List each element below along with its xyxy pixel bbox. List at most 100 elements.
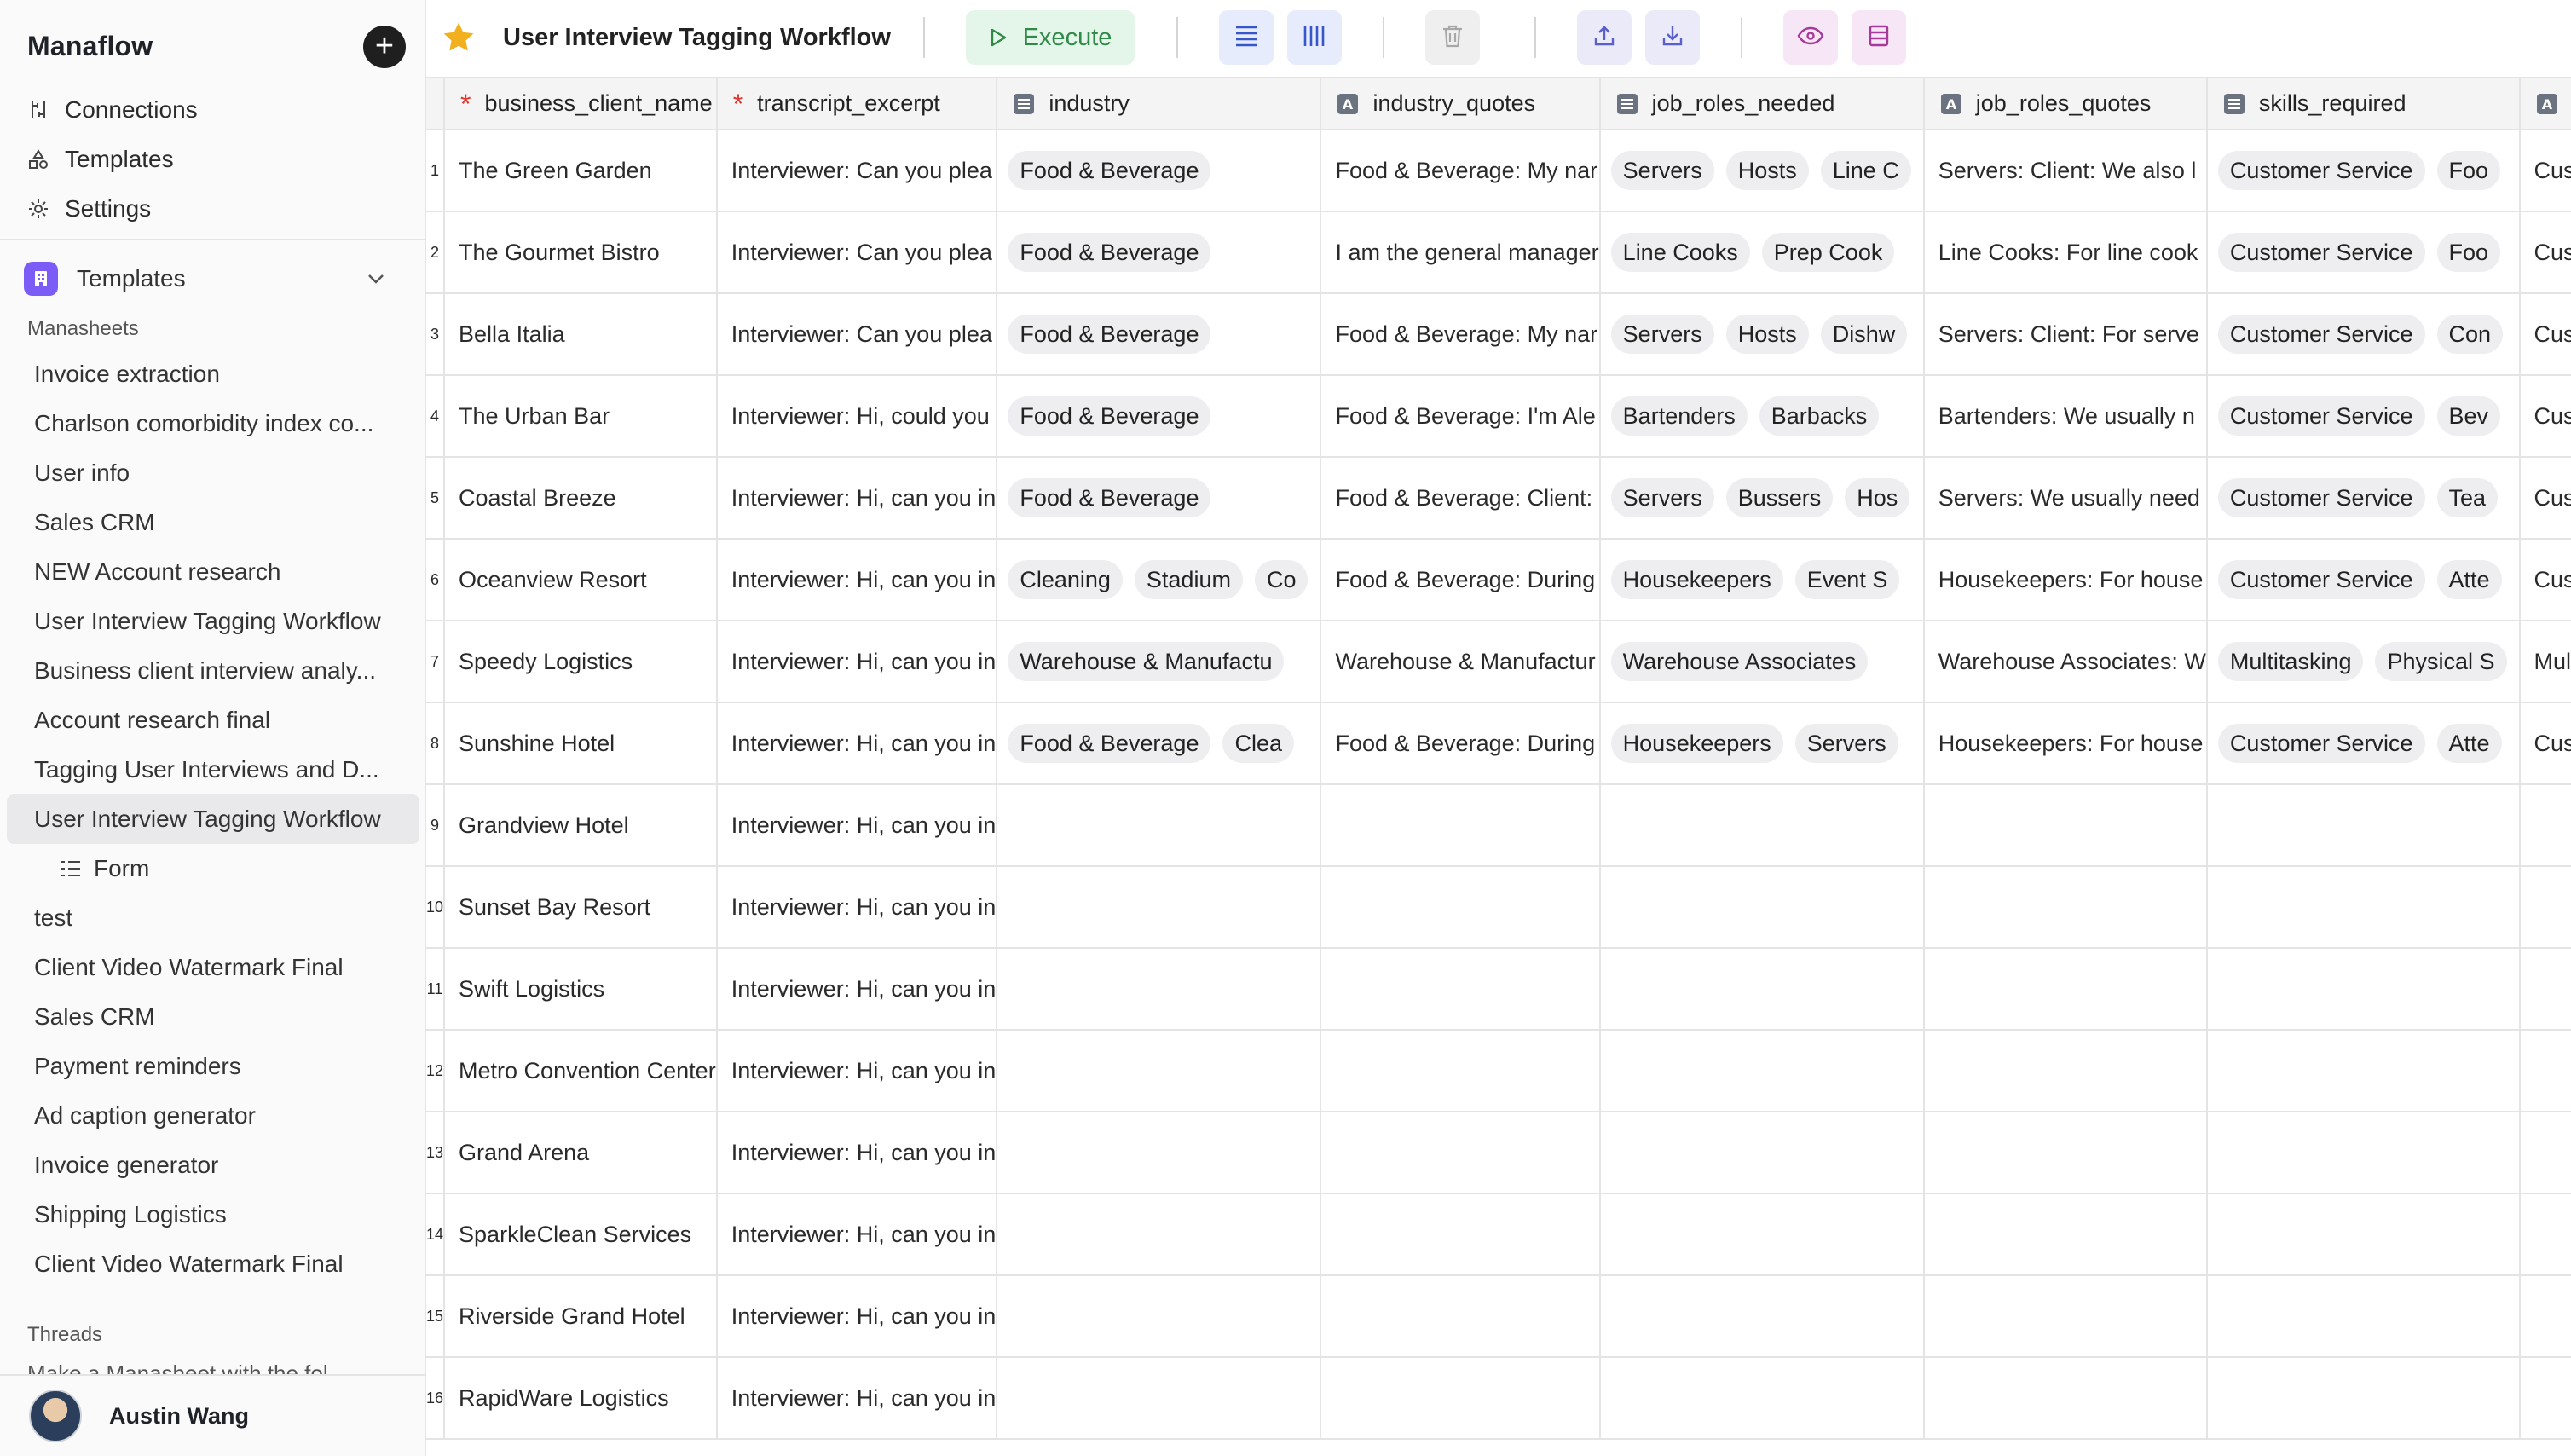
column-header-skills-quotes[interactable]: Askills_quotes [2519, 78, 2571, 130]
cell-business-client-name[interactable]: The Gourmet Bistro [444, 211, 718, 294]
cell-job-roles-quotes[interactable] [1923, 1275, 2208, 1358]
cell-job-roles-needed[interactable] [1599, 1030, 1925, 1112]
cell-job-roles-quotes[interactable] [1923, 948, 2208, 1031]
sidebar-item-manasheet[interactable]: Payment reminders [7, 1042, 419, 1091]
cell-job-roles-needed[interactable] [1599, 1357, 1925, 1440]
cell-business-client-name[interactable]: RapidWare Logistics [444, 1357, 718, 1440]
sidebar-item-manasheet[interactable]: Sales CRM [7, 992, 419, 1042]
cell-skills-required[interactable] [2206, 1193, 2521, 1276]
cell-job-roles-quotes[interactable]: Line Cooks: For line cook [1923, 211, 2208, 294]
cell-job-roles-quotes[interactable]: Servers: We usually need [1923, 457, 2208, 540]
table-row[interactable]: 9 Grandview Hotel Interviewer: Hi, can you… [426, 784, 2571, 867]
chevron-down-icon[interactable] [367, 268, 385, 290]
sidebar-item-manasheet[interactable]: Account research final [7, 696, 419, 745]
cell-job-roles-needed[interactable] [1599, 1275, 1925, 1358]
cell-job-roles-quotes[interactable] [1923, 1112, 2208, 1194]
cell-skills-required[interactable]: Customer Service Bev [2206, 375, 2521, 458]
table-row[interactable]: 1 The Green Garden Interviewer: Can you pl… [426, 130, 2571, 212]
cell-transcript-excerpt[interactable]: Interviewer: Can you plea [716, 211, 998, 294]
cell-transcript-excerpt[interactable]: Interviewer: Hi, can you in [716, 1112, 998, 1194]
cell-skills-required[interactable]: Customer Service Con [2206, 293, 2521, 376]
cell-transcript-excerpt[interactable]: Interviewer: Hi, can you in [716, 1275, 998, 1358]
column-header-industry-quotes[interactable]: Aindustry_quotes [1320, 78, 1601, 130]
row-view-button[interactable] [1219, 10, 1274, 65]
sidebar-item-manasheet[interactable]: Business client interview analy... [7, 646, 419, 696]
cell-industry[interactable]: Food & Beverage [997, 375, 1322, 458]
cell-job-roles-quotes[interactable]: Housekeepers: For house [1923, 539, 2208, 621]
cell-industry[interactable] [997, 1112, 1322, 1194]
cell-skills-quotes[interactable] [2519, 1030, 2571, 1112]
table-row[interactable]: 8 Sunshine Hotel Interviewer: Hi, can you … [426, 702, 2571, 785]
table-row[interactable]: 2 The Gourmet Bistro Interviewer: Can you … [426, 211, 2571, 294]
cell-transcript-excerpt[interactable]: Interviewer: Hi, could you [716, 375, 998, 458]
cell-industry-quotes[interactable]: Warehouse & Manufactur [1320, 621, 1601, 703]
cell-business-client-name[interactable]: Grandview Hotel [444, 784, 718, 867]
cell-skills-quotes[interactable] [2519, 1112, 2571, 1194]
cell-job-roles-needed[interactable]: Housekeepers Event S [1599, 539, 1925, 621]
sidebar-item-manasheet[interactable]: test [7, 893, 419, 943]
cell-skills-quotes[interactable] [2519, 866, 2571, 949]
cell-industry[interactable] [997, 1357, 1322, 1440]
download-button[interactable] [1645, 10, 1700, 65]
cell-transcript-excerpt[interactable]: Interviewer: Can you plea [716, 293, 998, 376]
cell-transcript-excerpt[interactable]: Interviewer: Hi, can you in [716, 621, 998, 703]
cell-skills-quotes[interactable]: Customer Servic [2519, 130, 2571, 212]
sidebar-item-manasheet[interactable]: NEW Account research [7, 547, 419, 597]
sidebar-item-manasheet[interactable]: User Interview Tagging Workflow [7, 794, 419, 844]
user-profile[interactable]: Austin Wang [0, 1374, 425, 1456]
table-row[interactable]: 16 RapidWare Logistics Interviewer: Hi, ca… [426, 1357, 2571, 1440]
cell-job-roles-needed[interactable] [1599, 948, 1925, 1031]
cell-industry-quotes[interactable]: I am the general manager [1320, 211, 1601, 294]
table-row[interactable]: 14 SparkleClean Services Interviewer: Hi, … [426, 1193, 2571, 1276]
cell-skills-required[interactable]: Customer Service Tea [2206, 457, 2521, 540]
cell-industry[interactable]: Warehouse & Manufactu [997, 621, 1322, 703]
cell-industry[interactable]: Food & Beverage [997, 130, 1322, 212]
new-button[interactable]: + [363, 26, 406, 68]
table-row[interactable]: 13 Grand Arena Interviewer: Hi, can you in [426, 1112, 2571, 1194]
column-header-industry[interactable]: industry [997, 78, 1322, 130]
cell-industry-quotes[interactable]: Food & Beverage: My nar [1320, 130, 1601, 212]
cell-industry-quotes[interactable]: Food & Beverage: During [1320, 539, 1601, 621]
cell-transcript-excerpt[interactable]: Interviewer: Hi, can you in [716, 784, 998, 867]
column-header-job-roles-quotes[interactable]: Ajob_roles_quotes [1923, 78, 2208, 130]
cell-skills-required[interactable] [2206, 1357, 2521, 1440]
cell-industry[interactable]: Food & Beverage [997, 211, 1322, 294]
cell-industry-quotes[interactable] [1320, 1275, 1601, 1358]
cell-transcript-excerpt[interactable]: Interviewer: Hi, can you in [716, 948, 998, 1031]
cell-job-roles-needed[interactable] [1599, 784, 1925, 867]
cell-job-roles-needed[interactable]: Servers Hosts Line C [1599, 130, 1925, 212]
sidebar-item-manasheet[interactable]: User Interview Tagging Workflow [7, 597, 419, 646]
cell-industry-quotes[interactable] [1320, 784, 1601, 867]
cell-industry-quotes[interactable]: Food & Beverage: My nar [1320, 293, 1601, 376]
cell-job-roles-quotes[interactable] [1923, 866, 2208, 949]
preview-button[interactable] [1783, 10, 1838, 65]
cell-job-roles-quotes[interactable]: Bartenders: We usually n [1923, 375, 2208, 458]
cell-skills-required[interactable] [2206, 1112, 2521, 1194]
cell-transcript-excerpt[interactable]: Interviewer: Hi, can you in [716, 539, 998, 621]
cell-business-client-name[interactable]: The Green Garden [444, 130, 718, 212]
cell-job-roles-quotes[interactable] [1923, 1193, 2208, 1276]
cell-transcript-excerpt[interactable]: Interviewer: Hi, can you in [716, 457, 998, 540]
table-row[interactable]: 11 Swift Logistics Interviewer: Hi, can yo… [426, 948, 2571, 1031]
cell-job-roles-quotes[interactable] [1923, 1030, 2208, 1112]
table-row[interactable]: 5 Coastal Breeze Interviewer: Hi, can you … [426, 457, 2571, 540]
cell-business-client-name[interactable]: Oceanview Resort [444, 539, 718, 621]
sidebar-item-manasheet[interactable]: Ad caption generator [7, 1091, 419, 1141]
nav-templates[interactable]: Templates [0, 135, 425, 184]
cell-industry[interactable] [997, 1030, 1322, 1112]
form-view-button[interactable] [1852, 10, 1906, 65]
cell-skills-required[interactable]: Customer Service Foo [2206, 211, 2521, 294]
star-icon[interactable] [440, 19, 477, 56]
cell-job-roles-needed[interactable] [1599, 1193, 1925, 1276]
cell-skills-quotes[interactable] [2519, 948, 2571, 1031]
column-header-business-client-name[interactable]: * business_client_name [444, 78, 718, 130]
delete-button[interactable] [1425, 10, 1480, 65]
sidebar-item-manasheet[interactable]: Shipping Logistics [7, 1190, 419, 1239]
cell-skills-quotes[interactable]: Customer Servic [2519, 539, 2571, 621]
sidebar-item-manasheet[interactable]: Sales CRM [7, 498, 419, 547]
cell-skills-required[interactable] [2206, 948, 2521, 1031]
cell-skills-required[interactable]: Customer Service Atte [2206, 539, 2521, 621]
cell-business-client-name[interactable]: Grand Arena [444, 1112, 718, 1194]
sidebar-item-manasheet[interactable]: Invoice generator [7, 1141, 419, 1190]
table-row[interactable]: 10 Sunset Bay Resort Interviewer: Hi, can … [426, 866, 2571, 949]
